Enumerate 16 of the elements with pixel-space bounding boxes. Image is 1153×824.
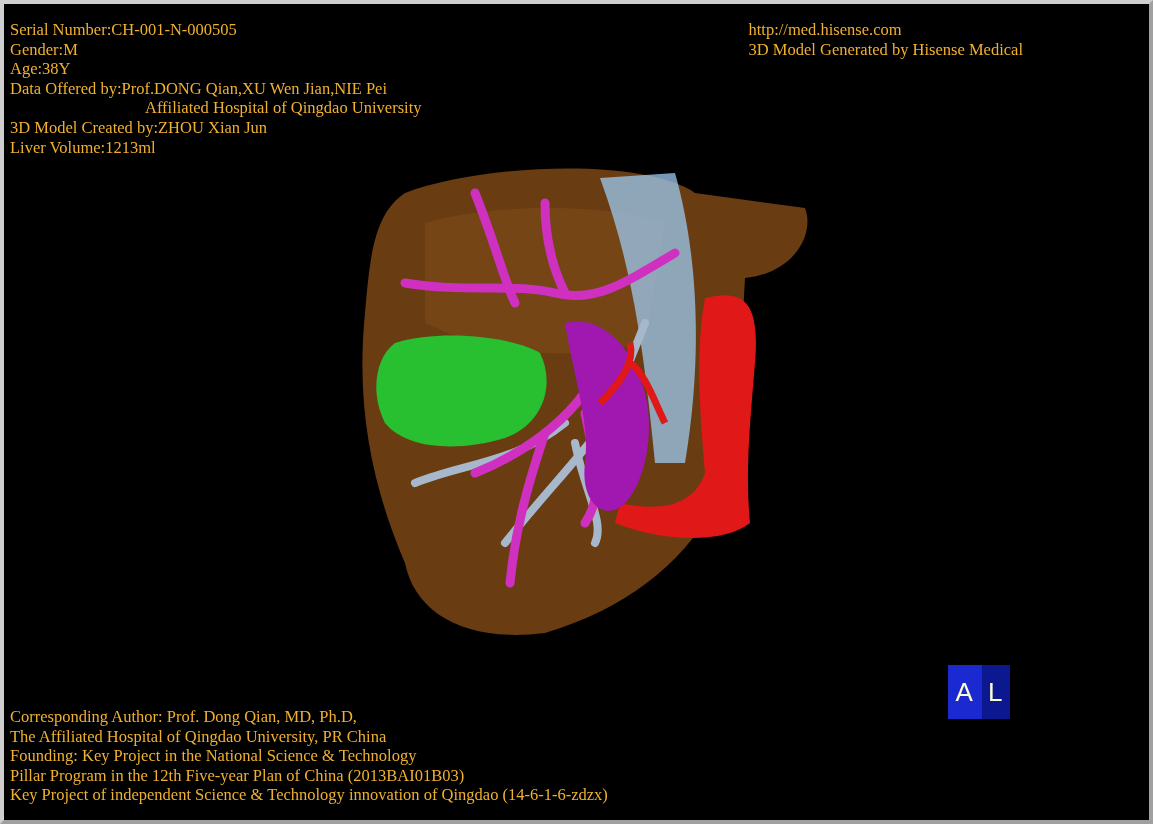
case-info-text: Age:38Y — [10, 59, 72, 79]
credits-text: Key Project of independent Science & Technology innovation of Qingdao (14-6-1-6-zdzx) — [10, 785, 608, 805]
case-info-text: Gender:M — [10, 39, 79, 60]
credits-text: Pillar Program in the 12th Five-year Plan of China (2013BAI01B03) — [10, 765, 466, 786]
case-info-text: Data Offered by:Prof.DONG Qian,XU Wen Jian,NIE Pei — [10, 78, 389, 99]
case-info-text: Liver Volume:1213ml — [10, 137, 157, 158]
credits-text: Corresponding Author: Prof. Dong Qian, MD, Ph.D, — [10, 707, 358, 727]
case-info-text: Serial Number:CH-001-N-000505 — [10, 20, 238, 40]
credits-text: Founding: Key Project in the National Science & Technology — [10, 746, 418, 766]
generator-info-text: 3D Model Generated by Hisense Medical — [748, 39, 1023, 60]
case-info-text: Affiliated Hospital of Qingdao University — [144, 98, 422, 118]
case-info-text: 3D Model Created by:ZHOU Xian Jun — [10, 117, 269, 138]
credits-text: The Affiliated Hospital of Qingdao University, PR China — [10, 726, 388, 747]
axis-label: A — [955, 679, 973, 706]
generator-info-text: http://med.hisense.com — [748, 20, 903, 40]
axis-label: L — [988, 679, 1003, 706]
